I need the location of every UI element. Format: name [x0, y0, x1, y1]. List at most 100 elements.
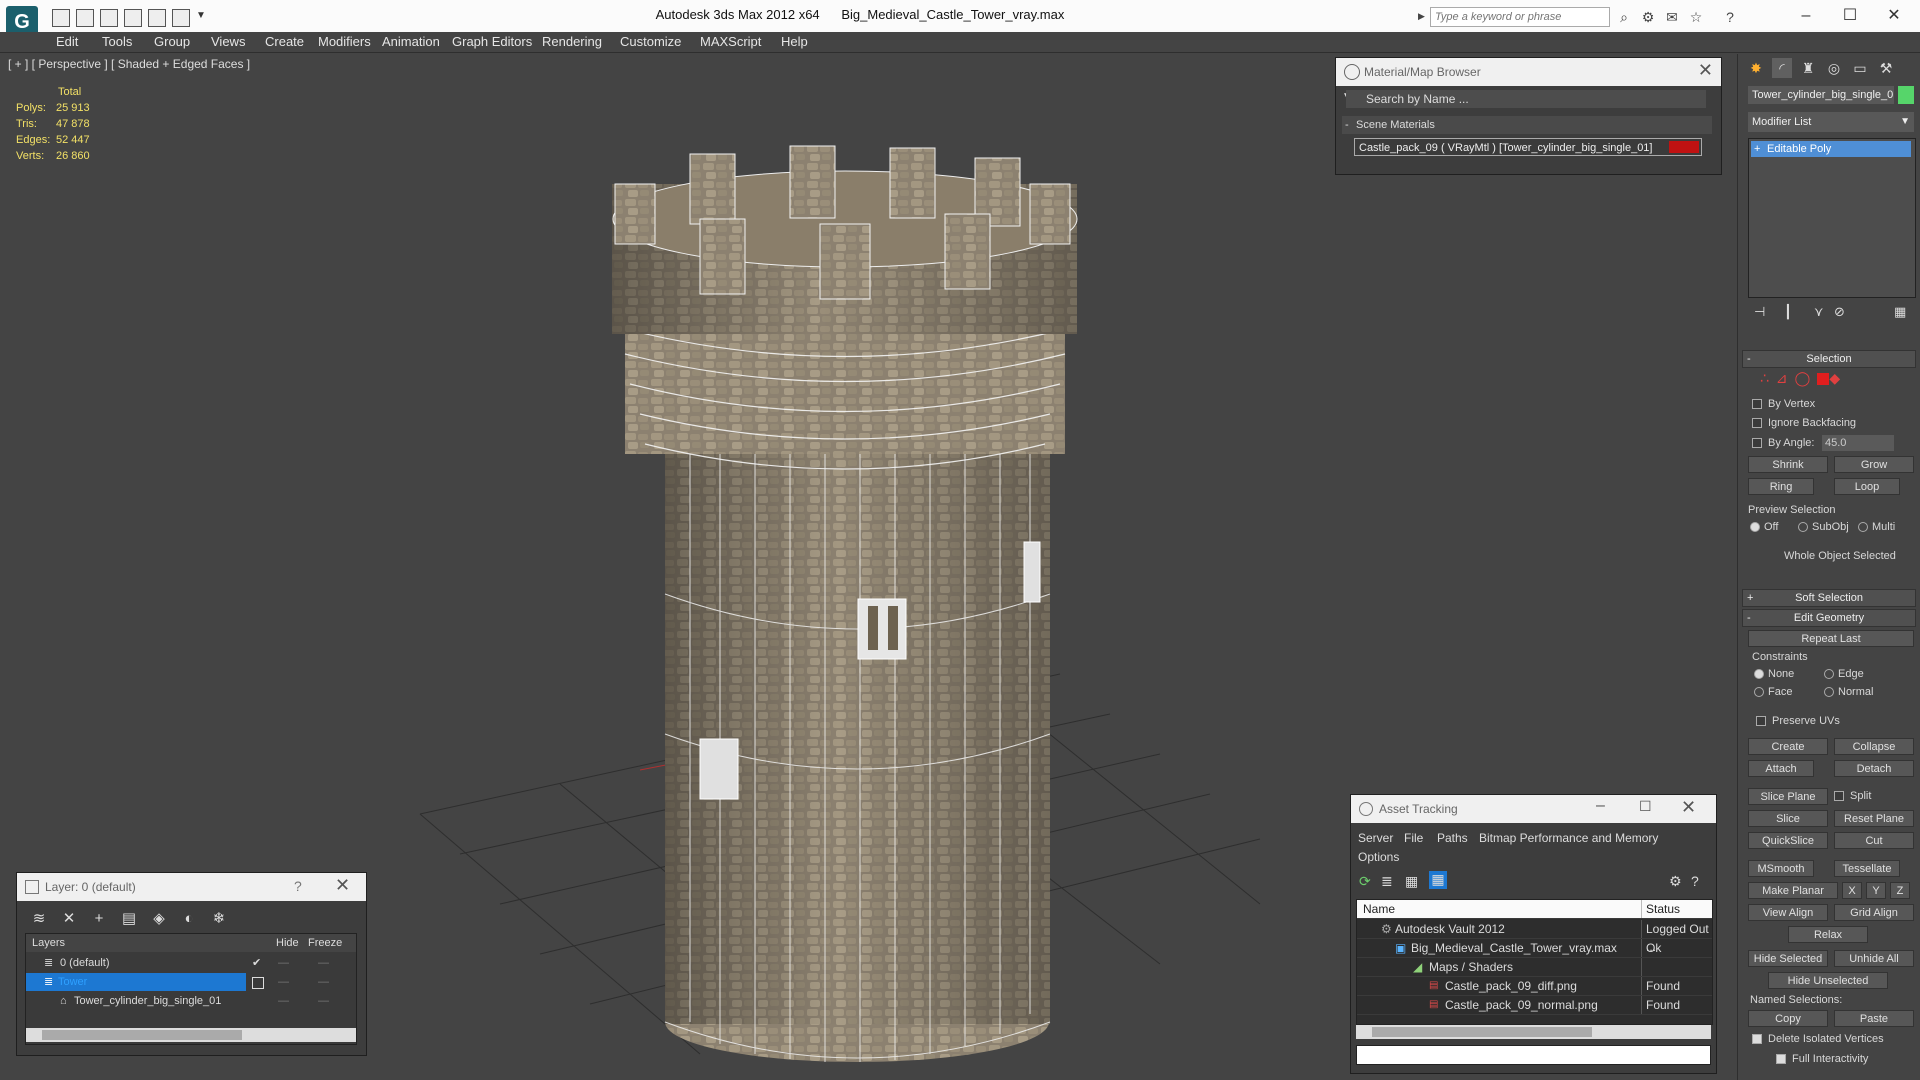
asset-horizontal-scrollbar[interactable]	[1356, 1025, 1711, 1039]
asset-menu-server[interactable]: Server	[1358, 831, 1393, 845]
menu-animation[interactable]: Animation	[382, 34, 440, 49]
hold-icon[interactable]	[148, 9, 166, 27]
collapse-button[interactable]: Collapse	[1834, 738, 1914, 755]
asset-tracking-header[interactable]: Asset Tracking	[1351, 795, 1716, 823]
soft-selection-rollout-header[interactable]: + Soft Selection	[1742, 589, 1916, 607]
asset-menu-paths[interactable]: Paths	[1437, 831, 1468, 845]
grid-align-button[interactable]: Grid Align	[1834, 904, 1914, 921]
pin-stack-icon[interactable]: ⊣	[1754, 304, 1765, 320]
menu-edit[interactable]: Edit	[56, 34, 78, 49]
object-name-field[interactable]: Tower_cylinder_big_single_0	[1748, 86, 1894, 104]
add-to-layer-icon[interactable]: +	[89, 909, 109, 929]
asset-close-icon[interactable]: ✕	[1681, 797, 1696, 818]
make-planar-y-button[interactable]: Y	[1866, 882, 1886, 899]
freeze-all-layers-icon[interactable]: ❄	[209, 909, 229, 929]
layer-row-selected[interactable]: Tower ≣ — —	[26, 973, 356, 991]
layer-panel-header[interactable]: Layer: 0 (default)	[17, 873, 366, 901]
freeze-toggle[interactable]: —	[318, 973, 329, 991]
asset-maximize-icon[interactable]: ☐	[1639, 798, 1652, 815]
menu-tools[interactable]: Tools	[102, 34, 132, 49]
table-view-icon[interactable]: ▦	[1429, 871, 1447, 889]
asset-row[interactable]: ▤ Castle_pack_09_normal.png Found	[1357, 996, 1712, 1015]
menu-rendering[interactable]: Rendering	[542, 34, 602, 49]
angle-spinner[interactable]: 45.0	[1822, 435, 1894, 451]
motion-tab-icon[interactable]: ◎	[1824, 58, 1844, 78]
asset-menu-file[interactable]: File	[1404, 831, 1423, 845]
unhide-all-button[interactable]: Unhide All	[1834, 950, 1914, 967]
asset-row[interactable]: ▣ Big_Medieval_Castle_Tower_vray.max Ok	[1357, 939, 1712, 958]
binoculars-icon[interactable]: ⌕	[1616, 9, 1632, 25]
paste-button[interactable]: Paste	[1834, 1010, 1914, 1027]
subscription-icon[interactable]: ⚙	[1640, 9, 1656, 25]
layer-row[interactable]: ≣ 0 (default) ✔ — —	[26, 954, 356, 972]
hide-unselected-button[interactable]: Hide Unselected	[1768, 972, 1888, 989]
menu-modifiers[interactable]: Modifiers	[318, 34, 371, 49]
fetch-icon[interactable]	[172, 9, 190, 27]
communication-center-icon[interactable]: ✉	[1664, 9, 1680, 25]
ring-button[interactable]: Ring	[1748, 478, 1814, 495]
freeze-toggle[interactable]: —	[318, 954, 329, 972]
maximize-button[interactable]: ☐	[1828, 4, 1872, 28]
relax-button[interactable]: Relax	[1788, 926, 1868, 943]
reset-plane-button[interactable]: Reset Plane	[1834, 810, 1914, 827]
col-freeze[interactable]: Freeze	[308, 934, 342, 952]
object-color-swatch[interactable]	[1898, 86, 1914, 104]
refresh-icon[interactable]: ⟳	[1359, 873, 1371, 890]
material-item[interactable]: Castle_pack_09 ( VRayMtl ) [Tower_cylind…	[1354, 138, 1702, 156]
save-file-icon[interactable]	[76, 9, 94, 27]
asset-row[interactable]: ▤ Castle_pack_09_diff.png Found	[1357, 977, 1712, 996]
asset-menu-bitmap[interactable]: Bitmap Performance and Memory	[1479, 831, 1658, 845]
quickslice-button[interactable]: QuickSlice	[1748, 832, 1828, 849]
select-objects-icon[interactable]: ▤	[119, 909, 139, 929]
tessellate-button[interactable]: Tessellate	[1834, 860, 1900, 877]
freeze-toggle[interactable]: —	[318, 992, 329, 1010]
split-checkbox[interactable]	[1834, 791, 1844, 801]
col-status[interactable]: Status	[1641, 900, 1711, 918]
search-expand-icon[interactable]: ▶	[1418, 11, 1425, 22]
make-planar-x-button[interactable]: X	[1842, 882, 1862, 899]
layer-panel-close-icon[interactable]: ✕	[335, 875, 350, 896]
hide-toggle[interactable]: —	[278, 954, 289, 972]
constraint-none-radio[interactable]	[1754, 669, 1764, 679]
make-unique-icon[interactable]: ⋎	[1814, 304, 1824, 320]
asset-row[interactable]: ⚙ Autodesk Vault 2012 Logged Out ...	[1357, 920, 1712, 954]
preview-subobj-radio[interactable]	[1798, 522, 1808, 532]
hierarchy-tab-icon[interactable]: ♜	[1798, 58, 1818, 78]
shrink-button[interactable]: Shrink	[1748, 456, 1828, 473]
tree-view-icon[interactable]: ▦	[1405, 873, 1418, 890]
show-end-result-icon[interactable]: ┃	[1784, 304, 1792, 320]
scene-materials-group[interactable]: - Scene Materials	[1342, 116, 1712, 134]
redo-icon[interactable]	[124, 9, 142, 27]
preserve-uvs-checkbox[interactable]	[1756, 716, 1766, 726]
search-input[interactable]	[1430, 7, 1610, 27]
expand-icon[interactable]: +	[1754, 141, 1760, 157]
highlight-layer-icon[interactable]: ◈	[149, 909, 169, 929]
close-window-button[interactable]: ✕	[1872, 4, 1916, 28]
vault-help-icon[interactable]: ?	[1691, 873, 1699, 889]
new-layer-icon[interactable]: ≋	[29, 909, 49, 929]
layer-object-row[interactable]: ⌂ Tower_cylinder_big_single_01 — —	[26, 992, 356, 1010]
make-planar-button[interactable]: Make Planar	[1748, 882, 1838, 899]
menu-views[interactable]: Views	[211, 34, 245, 49]
modifier-list-dropdown[interactable]: Modifier List ▼	[1748, 112, 1914, 132]
col-name[interactable]: Name	[1363, 900, 1395, 918]
material-browser-close-icon[interactable]: ✕	[1698, 60, 1713, 81]
remove-modifier-icon[interactable]: ⊘	[1834, 304, 1845, 320]
undo-icon[interactable]	[100, 9, 118, 27]
view-align-button[interactable]: View Align	[1748, 904, 1828, 921]
asset-row[interactable]: ◢ Maps / Shaders	[1357, 958, 1712, 977]
active-layer-box[interactable]	[252, 977, 264, 989]
asset-minimize-icon[interactable]: –	[1596, 797, 1605, 815]
material-browser-header[interactable]: Material/Map Browser	[1336, 58, 1721, 86]
preview-multi-radio[interactable]	[1858, 522, 1868, 532]
favorites-star-icon[interactable]: ☆	[1688, 9, 1704, 25]
menu-customize[interactable]: Customize	[620, 34, 681, 49]
menu-group[interactable]: Group	[154, 34, 190, 49]
ignore-backfacing-checkbox[interactable]	[1752, 418, 1762, 428]
full-interactivity-checkbox[interactable]	[1776, 1054, 1786, 1064]
stack-item-editable-poly[interactable]: + Editable Poly	[1751, 141, 1911, 157]
grow-button[interactable]: Grow	[1834, 456, 1914, 473]
copy-button[interactable]: Copy	[1748, 1010, 1828, 1027]
horizontal-scrollbar[interactable]	[26, 1028, 356, 1042]
constraint-normal-radio[interactable]	[1824, 687, 1834, 697]
